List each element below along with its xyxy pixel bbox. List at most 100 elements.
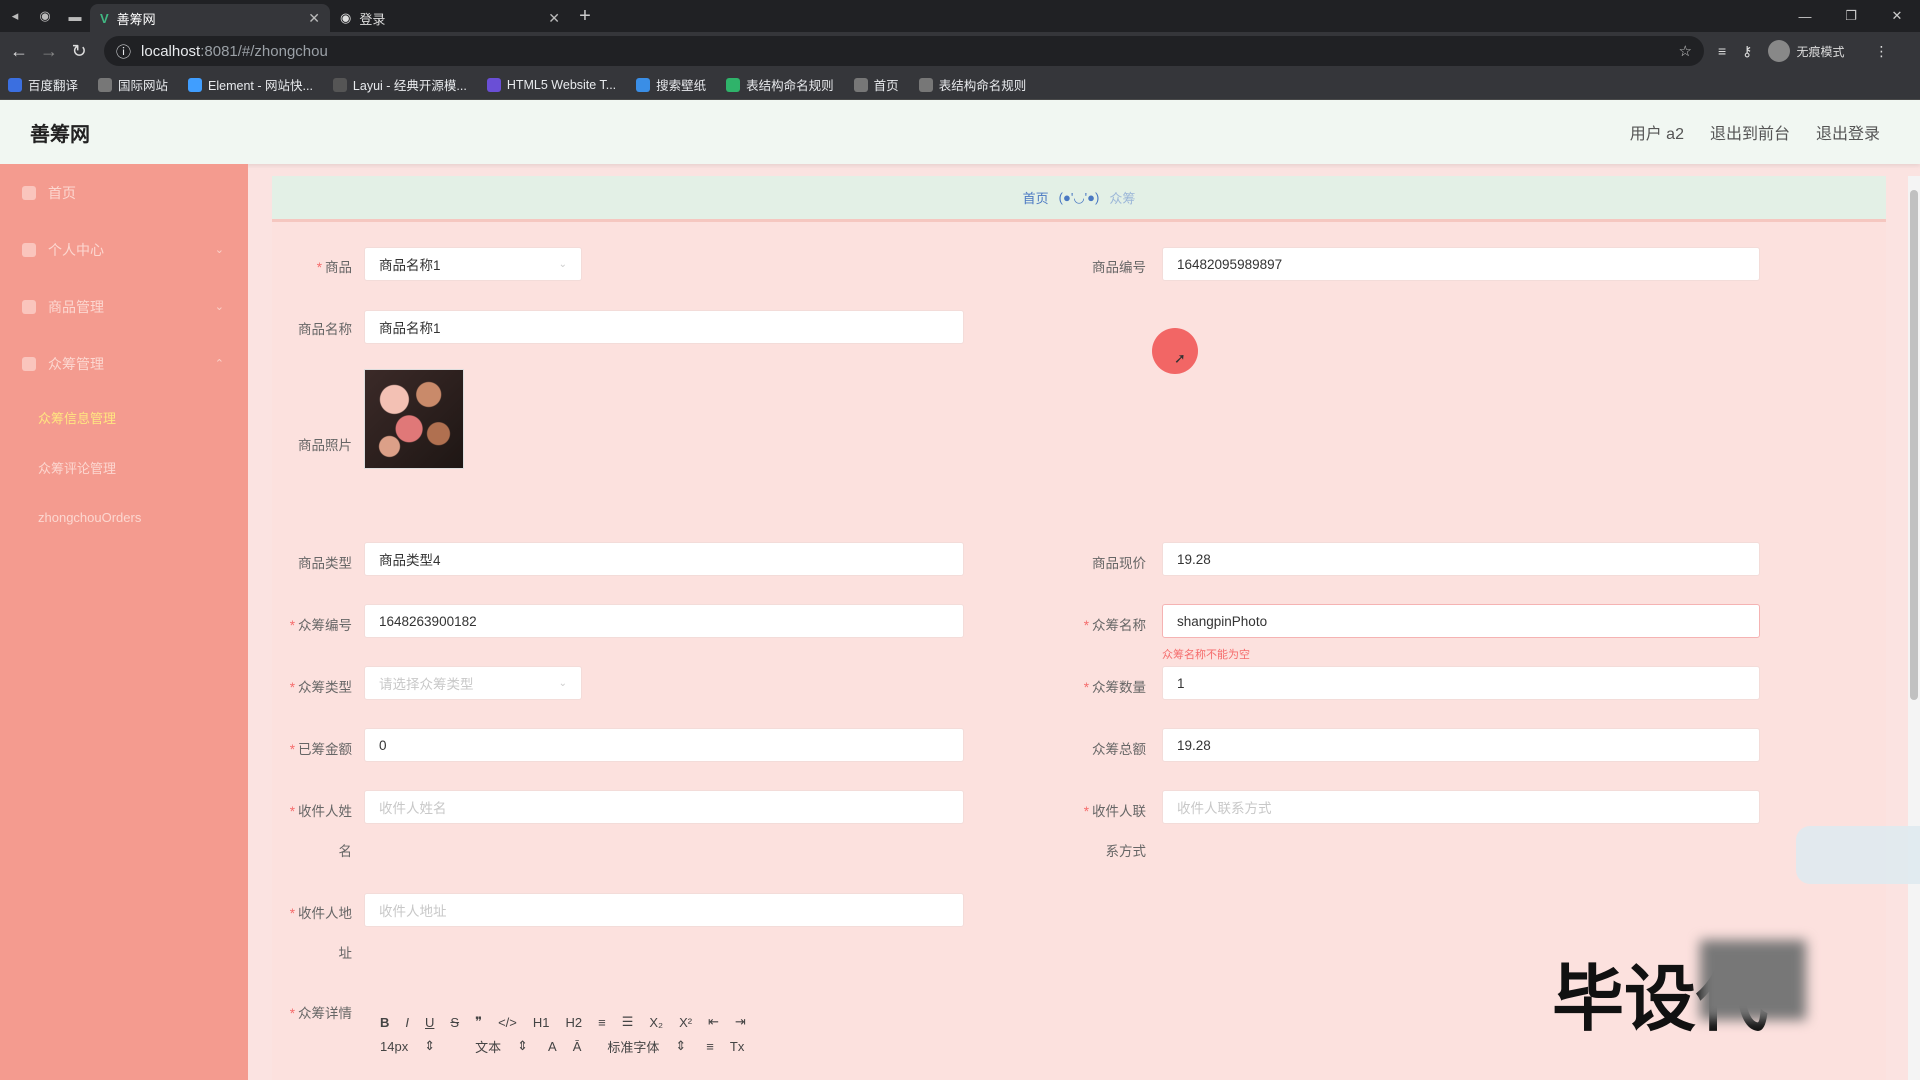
sidebar-item-home[interactable]: 首页 bbox=[0, 164, 248, 221]
chevron-down-icon: ⌄ bbox=[214, 301, 224, 313]
globe-icon: ◉ bbox=[340, 10, 352, 25]
select-arrow-icon: ⇕ bbox=[424, 1038, 436, 1053]
total-amount-field[interactable]: 19.28 bbox=[1162, 728, 1760, 762]
goods-label: * 商品 bbox=[316, 260, 352, 275]
font-size-select[interactable]: 14px bbox=[380, 1039, 408, 1054]
tab-login[interactable]: ◉ 登录 ✕ bbox=[330, 4, 570, 32]
bookmark-item[interactable]: Element - 网站快... bbox=[188, 75, 313, 94]
editor-tool-icon[interactable]: ≡ bbox=[598, 1015, 606, 1030]
key-icon[interactable]: ⚷ bbox=[1742, 43, 1752, 60]
goods-photo-image[interactable] bbox=[364, 369, 464, 469]
scrollbar-thumb[interactable] bbox=[1910, 190, 1918, 700]
floating-widget[interactable] bbox=[1796, 826, 1920, 884]
goods-number-field[interactable]: 16482095989897 bbox=[1162, 247, 1760, 281]
reload-icon[interactable]: ↻ bbox=[64, 41, 94, 62]
bookmark-item[interactable]: 国际网站 bbox=[98, 75, 168, 94]
editor-tool-icon[interactable]: ⇥ bbox=[735, 1014, 746, 1030]
font-family-select[interactable]: 标准字体 bbox=[607, 1037, 659, 1056]
sidebar-subitem-info[interactable]: 众筹信息管理 bbox=[0, 392, 248, 442]
crowdfunding-number-field[interactable]: 1648263900182 bbox=[364, 604, 964, 638]
recipient-address-label: * 收件人地 bbox=[289, 906, 352, 921]
star-icon[interactable]: ☆ bbox=[1679, 42, 1692, 60]
tab-list-icon[interactable]: ≡ bbox=[1718, 43, 1726, 59]
close-window-icon[interactable]: ✕ bbox=[1874, 0, 1920, 32]
browser-tabbar: ◂ ◉ ▬ V 善筹网 ✕ ◉ 登录 ✕ + — ❐ ✕ bbox=[0, 0, 1920, 32]
bookmark-item[interactable]: 百度翻译 bbox=[8, 75, 78, 94]
sidebar-subitem-orders[interactable]: zhongchouOrders bbox=[0, 492, 248, 542]
goods-name-field[interactable]: 商品名称1 bbox=[364, 310, 964, 344]
clear-format-icon[interactable]: Tx bbox=[730, 1039, 744, 1054]
close-icon[interactable]: ✕ bbox=[308, 10, 320, 27]
bookmark-item[interactable]: 表结构命名规则 bbox=[726, 75, 834, 94]
close-icon[interactable]: ✕ bbox=[548, 10, 560, 27]
bookmark-item[interactable]: 首页 bbox=[853, 75, 899, 94]
editor-tool-icon[interactable]: X² bbox=[679, 1015, 692, 1030]
bookmark-label: HTML5 Website T... bbox=[506, 77, 617, 92]
back-icon[interactable]: ← bbox=[4, 41, 34, 62]
editor-tool-icon[interactable]: ☰ bbox=[622, 1014, 634, 1030]
rich-text-editor[interactable]: B I U S ❞ </> H1 H2 ≡ ☰ X₂ X² ⇤ ⇥ 14px ⇕ 文本 ⇕ A Ā 标准字… bbox=[364, 1010, 964, 1080]
editor-tool-icon[interactable]: ⇤ bbox=[708, 1014, 719, 1030]
breadcrumb-home[interactable]: 首页 bbox=[1023, 188, 1049, 207]
editor-tool-icon[interactable]: X₂ bbox=[649, 1015, 663, 1030]
sidebar-item-label: 个人中心 bbox=[48, 241, 104, 258]
bookmark-item[interactable]: 搜索壁纸 bbox=[636, 75, 706, 94]
goods-type-field[interactable]: 商品类型4 bbox=[364, 542, 964, 576]
sidebar-item-goods[interactable]: 商品管理 ⌄ bbox=[0, 278, 248, 335]
editor-tool-icon[interactable]: H1 bbox=[533, 1015, 550, 1030]
crowdfunding-count-field[interactable]: 1 bbox=[1162, 666, 1760, 700]
editor-tool-icon[interactable]: S bbox=[450, 1015, 459, 1030]
editor-toolbar-row: B I U S ❞ </> H1 H2 ≡ ☰ X₂ X² ⇤ ⇥ bbox=[364, 1010, 964, 1034]
breadcrumb-current: 众筹 bbox=[1109, 191, 1136, 206]
sidebar-subitem-comments[interactable]: 众筹评论管理 bbox=[0, 442, 248, 492]
bookmark-icon bbox=[8, 77, 22, 92]
total-amount-label: 众筹总额 bbox=[1092, 742, 1146, 757]
editor-tool-icon[interactable]: U bbox=[425, 1015, 434, 1030]
recipient-phone-input[interactable]: 收件人联系方式 bbox=[1162, 790, 1760, 824]
bookmark-item[interactable]: HTML5 Website T... bbox=[486, 77, 617, 92]
sidebar-item-crowdfunding[interactable]: 众筹管理 ⌃ bbox=[0, 335, 248, 392]
logout-link[interactable]: 退出登录 bbox=[1816, 120, 1880, 144]
forward-icon[interactable]: → bbox=[34, 41, 64, 62]
bookmark-item[interactable]: Layui - 经典开源模... bbox=[332, 75, 467, 94]
crowdfunding-type-select[interactable]: 请选择众筹类型 ⌄ bbox=[364, 666, 582, 700]
crowdfunding-type-label: * 众筹类型 bbox=[289, 680, 352, 695]
bookmark-label: Layui - 经典开源模... bbox=[352, 79, 467, 93]
minimize-icon[interactable]: — bbox=[1782, 0, 1828, 32]
tab-shanchou[interactable]: V 善筹网 ✕ bbox=[90, 4, 330, 32]
bookmark-item[interactable]: 表结构命名规则 bbox=[918, 75, 1026, 94]
tab-title: 善筹网 bbox=[116, 11, 156, 27]
bookmark-icon bbox=[726, 77, 741, 92]
text-type-select[interactable]: 文本 bbox=[475, 1037, 501, 1056]
editor-tool-icon[interactable]: </> bbox=[498, 1015, 517, 1030]
sidebar-item-profile[interactable]: 个人中心 ⌄ bbox=[0, 221, 248, 278]
info-icon[interactable]: ⓘ bbox=[116, 41, 131, 62]
align-icon[interactable]: ≡ bbox=[706, 1039, 714, 1054]
bookmark-label: 表结构命名规则 bbox=[746, 79, 834, 93]
incognito-icon bbox=[1768, 40, 1791, 62]
recipient-address-label-2: 址 bbox=[338, 946, 353, 961]
editor-tool-icon[interactable]: I bbox=[405, 1015, 409, 1030]
crowdfunding-name-input[interactable]: shangpinPhoto bbox=[1162, 604, 1760, 638]
back-front-link[interactable]: 退出到前台 bbox=[1710, 120, 1790, 144]
restore-icon[interactable]: ❐ bbox=[1828, 0, 1874, 32]
goods-select[interactable]: 商品名称1 ⌄ bbox=[364, 247, 582, 281]
new-tab-button[interactable]: + bbox=[570, 5, 600, 28]
editor-tool-icon[interactable]: H2 bbox=[566, 1015, 583, 1030]
incognito-label: 无痕模式 bbox=[1796, 44, 1845, 59]
font-color-icon[interactable]: A bbox=[548, 1039, 557, 1054]
background-color-icon[interactable]: Ā bbox=[573, 1039, 582, 1054]
recipient-address-input[interactable]: 收件人地址 bbox=[364, 893, 964, 927]
editor-tool-icon[interactable]: B bbox=[380, 1015, 389, 1030]
window-icon: ▬ bbox=[68, 8, 82, 24]
goods-price-field[interactable]: 19.28 bbox=[1162, 542, 1760, 576]
recipient-name-input[interactable]: 收件人姓名 bbox=[364, 790, 964, 824]
incognito-badge[interactable]: 无痕模式 bbox=[1768, 40, 1860, 62]
crowdfunding-detail-label: * 众筹详情 bbox=[289, 1006, 352, 1021]
raised-amount-field[interactable]: 0 bbox=[364, 728, 964, 762]
tab-search-icon[interactable]: ◂ bbox=[0, 0, 30, 32]
menu-icon[interactable]: ⋮ bbox=[1874, 43, 1888, 60]
url-input[interactable]: ⓘ localhost :8081/#/zhongchou ☆ bbox=[104, 36, 1704, 66]
watermark-blur bbox=[1700, 940, 1806, 1020]
editor-tool-icon[interactable]: ❞ bbox=[475, 1014, 482, 1030]
